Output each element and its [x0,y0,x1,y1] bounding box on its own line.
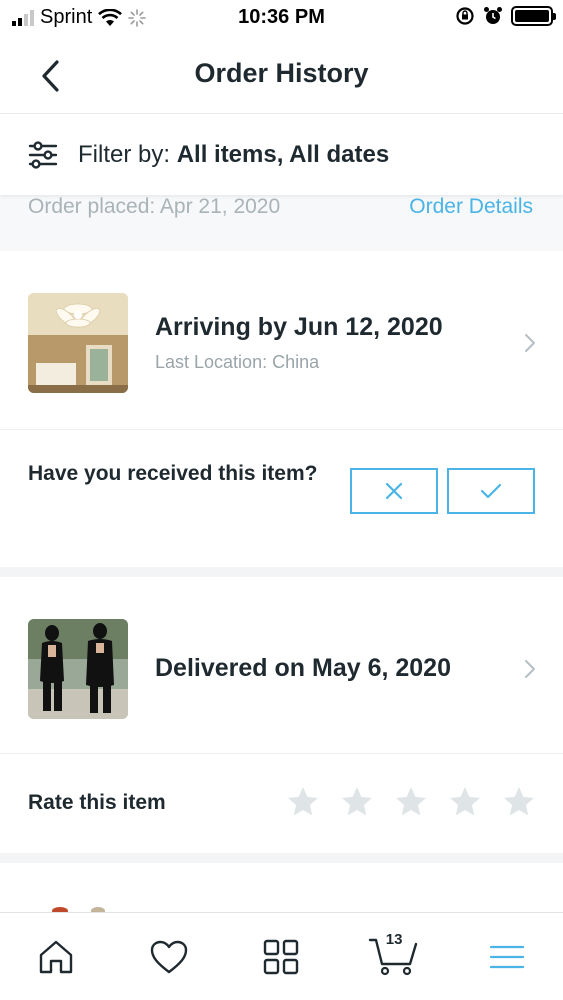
home-icon [40,940,73,973]
star-icon[interactable] [339,784,375,820]
item-thumbnail [28,619,128,719]
filter-value: All items, All dates [176,141,390,168]
star-icon[interactable] [501,784,537,820]
grid-icon [264,939,299,974]
status-bar: Sprint 10:36 PM [0,0,563,38]
chevron-right-icon [525,660,535,678]
filter-sliders-icon [28,141,58,169]
star-icon[interactable] [447,784,483,820]
ceiling-light-photo [28,293,128,393]
order-meta-row: Order placed: Apr 21, 2020 Order Details [0,195,563,251]
alarm-icon [484,7,502,24]
chevron-right-icon [525,334,535,352]
page-title: Order History [194,58,369,88]
nav-cart[interactable]: 13 [338,913,451,1000]
close-icon [385,482,403,500]
rate-item-label: Rate this item [28,791,166,814]
order-placed-date: Order placed: Apr 21, 2020 [28,195,281,218]
nav-home[interactable] [0,913,113,1000]
not-received-button[interactable] [350,468,438,514]
order-item-card: Delivered on May 6, 2020 Rate this item [0,577,563,853]
battery-icon [511,6,556,26]
order-item-card [0,863,563,912]
item-last-location: Last Location: China [155,352,320,372]
item-thumbnail [28,293,128,393]
order-item-card: Arriving by Jun 12, 2020 Last Location: … [0,251,563,567]
received-button[interactable] [447,468,535,514]
bottom-navigation: 13 [0,912,563,1000]
star-icon[interactable] [285,784,321,820]
item-row[interactable]: Delivered on May 6, 2020 [0,577,563,753]
status-right [455,6,556,26]
orientation-lock-icon [456,7,474,25]
order-details-link[interactable]: Order Details [409,195,533,219]
filter-label: Filter by: [78,141,171,168]
filter-bar[interactable]: Filter by: All items, All dates [0,115,563,195]
received-question: Have you received this item? [28,462,318,485]
item-thumbnail [52,907,105,912]
heart-icon [150,940,188,973]
cart-count-badge: 13 [385,931,403,948]
item-status-title: Delivered on May 6, 2020 [155,654,451,682]
item-row[interactable]: Arriving by Jun 12, 2020 Last Location: … [0,251,563,429]
black-dress-photo [28,619,128,719]
rating-stars [285,784,537,820]
nav-wishlist[interactable] [113,913,226,1000]
star-icon[interactable] [393,784,429,820]
filter-text: Filter by: All items, All dates [78,141,389,169]
divider [0,753,563,754]
header: Order History [0,38,563,114]
nav-categories[interactable] [225,913,338,1000]
divider [0,429,563,430]
section-separator [0,853,563,863]
nav-menu[interactable] [450,913,563,1000]
menu-icon [489,945,524,968]
checkmark-icon [480,483,502,499]
item-status-title: Arriving by Jun 12, 2020 [155,313,443,341]
section-separator [0,567,563,577]
